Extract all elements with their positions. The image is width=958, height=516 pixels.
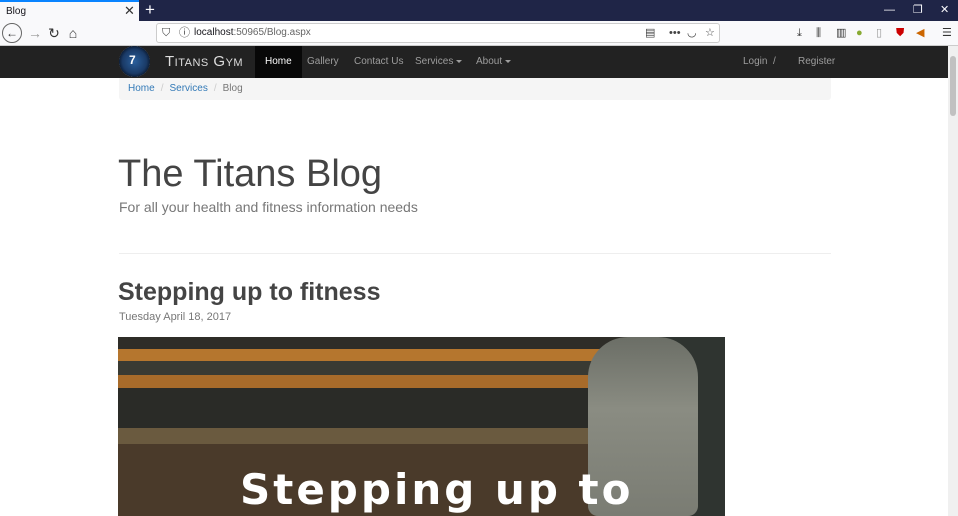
breadcrumb-separator: / bbox=[160, 83, 164, 94]
close-window-icon[interactable]: ✕ bbox=[940, 2, 949, 18]
nav-contact-us[interactable]: Contact Us bbox=[344, 46, 413, 78]
sidebar-icon[interactable]: ▥ bbox=[836, 25, 846, 41]
library-icon[interactable]: ⫼ bbox=[816, 25, 821, 41]
extension-page-icon[interactable]: ▯ bbox=[876, 25, 882, 41]
url-path: :50965/Blog.aspx bbox=[233, 27, 311, 38]
breadcrumb: Home / Services / Blog bbox=[119, 78, 831, 100]
breadcrumb-services[interactable]: Services bbox=[169, 83, 207, 94]
menu-icon[interactable]: ☰ bbox=[942, 25, 952, 41]
caret-down-icon bbox=[505, 59, 512, 63]
page-title: The Titans Blog bbox=[118, 153, 383, 195]
post-image: Stepping up to bbox=[118, 337, 725, 516]
browser-tab[interactable]: Blog ✕ bbox=[0, 0, 139, 21]
browser-tabstrip: Blog ✕ + — ❐ ✕ bbox=[0, 0, 958, 21]
site-navbar: 7 Titans Gym Home Gallery Contact Us Ser… bbox=[0, 46, 948, 78]
extension-green-icon[interactable]: ● bbox=[856, 25, 863, 41]
register-link[interactable]: Register bbox=[788, 46, 845, 78]
gym-logo[interactable]: 7 bbox=[119, 46, 150, 77]
caret-down-icon bbox=[456, 59, 463, 63]
nav-services[interactable]: Services bbox=[405, 46, 472, 78]
home-icon[interactable]: ⌂ bbox=[63, 23, 83, 43]
post-title[interactable]: Stepping up to fitness bbox=[118, 278, 381, 307]
auth-separator: / bbox=[773, 56, 776, 67]
url-bar[interactable]: ⛉ ⓘ localhost:50965/Blog.aspx ▤ ••• ◡ ☆ bbox=[156, 23, 720, 43]
extension-megaphone-icon[interactable]: ◀ bbox=[916, 25, 924, 41]
nav-home[interactable]: Home bbox=[255, 46, 302, 78]
nav-about[interactable]: About bbox=[466, 46, 521, 78]
info-icon[interactable]: ⓘ bbox=[179, 26, 190, 40]
close-tab-icon[interactable]: ✕ bbox=[124, 3, 135, 19]
nav-about-label: About bbox=[476, 56, 503, 67]
minimize-icon[interactable]: — bbox=[884, 2, 895, 18]
new-tab-button[interactable]: + bbox=[145, 0, 155, 20]
restore-icon[interactable]: ❐ bbox=[913, 2, 923, 18]
scrollbar-thumb[interactable] bbox=[950, 56, 956, 116]
brand-name[interactable]: Titans Gym bbox=[165, 53, 243, 70]
downloads-icon[interactable]: ⤓ bbox=[797, 25, 802, 41]
reload-icon[interactable]: ↻ bbox=[44, 23, 64, 43]
reader-view-icon[interactable]: ▤ bbox=[645, 26, 655, 40]
pocket-icon[interactable]: ◡ bbox=[687, 26, 697, 40]
breadcrumb-blog: Blog bbox=[222, 83, 243, 94]
nav-services-label: Services bbox=[415, 56, 454, 67]
shield-icon[interactable]: ⛉ bbox=[162, 26, 170, 40]
browser-toolbar: ← → ↻ ⌂ ⛉ ⓘ localhost:50965/Blog.aspx ▤ … bbox=[0, 21, 958, 46]
divider bbox=[119, 253, 831, 254]
page-scrollbar[interactable] bbox=[948, 46, 958, 516]
post-date: Tuesday April 18, 2017 bbox=[119, 311, 232, 323]
back-arrow-icon[interactable]: ← bbox=[2, 23, 22, 43]
tab-title: Blog bbox=[6, 6, 27, 17]
forward-arrow-icon[interactable]: → bbox=[25, 23, 45, 43]
breadcrumb-separator: / bbox=[213, 83, 217, 94]
bookmark-star-icon[interactable]: ☆ bbox=[705, 26, 715, 40]
image-caption: Stepping up to bbox=[240, 465, 634, 514]
breadcrumb-home[interactable]: Home bbox=[128, 83, 155, 94]
nav-gallery[interactable]: Gallery bbox=[297, 46, 349, 78]
page-actions-icon[interactable]: ••• bbox=[669, 26, 681, 40]
page-subtitle: For all your health and fitness informat… bbox=[119, 199, 418, 215]
url-text[interactable]: localhost:50965/Blog.aspx bbox=[194, 27, 311, 38]
url-host: localhost bbox=[194, 27, 234, 38]
ublock-icon[interactable]: ⛊ bbox=[896, 25, 904, 41]
logo-mark-icon: 7 bbox=[129, 53, 136, 67]
